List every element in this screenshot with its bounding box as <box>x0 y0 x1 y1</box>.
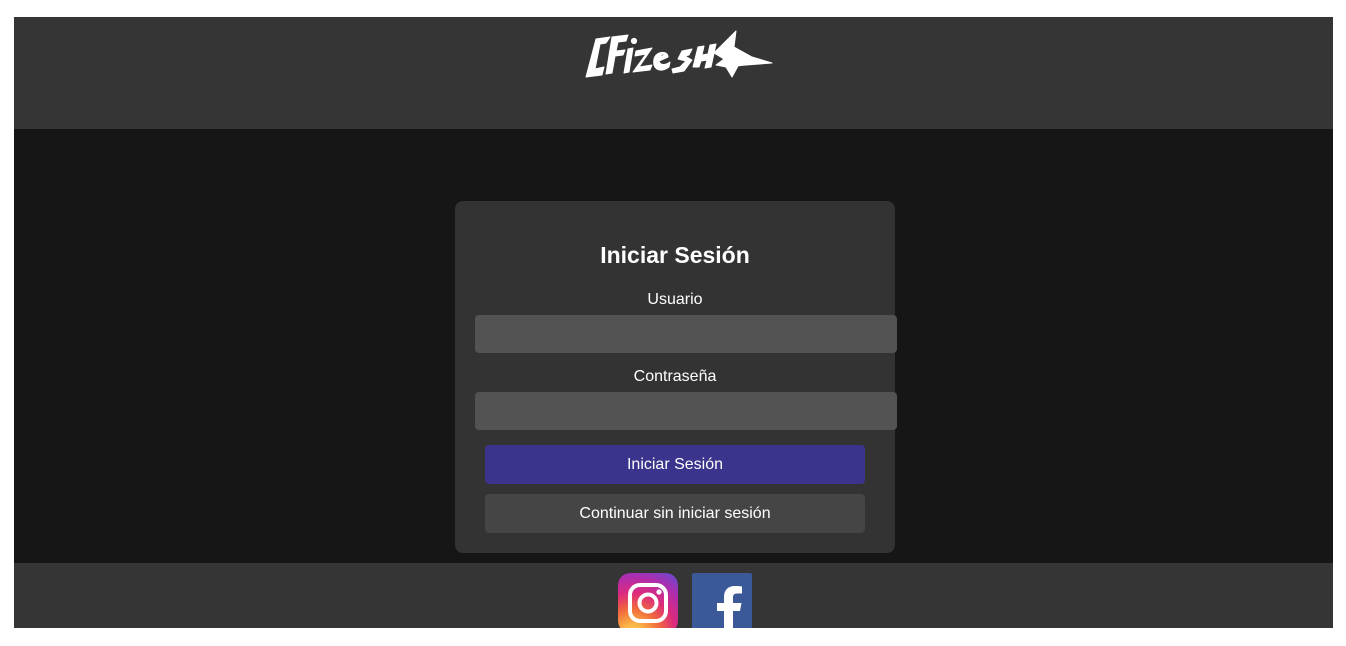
instagram-link[interactable] <box>618 573 678 628</box>
site-header <box>14 17 1333 129</box>
login-button[interactable]: Iniciar Sesión <box>485 445 865 484</box>
site-footer <box>14 563 1333 628</box>
username-input[interactable] <box>475 315 897 353</box>
instagram-icon <box>618 573 678 628</box>
logo-icon[interactable] <box>576 17 776 81</box>
username-label: Usuario <box>647 291 703 308</box>
facebook-icon <box>692 573 752 628</box>
facebook-link[interactable] <box>692 573 752 628</box>
password-label: Contraseña <box>633 368 717 385</box>
login-card: Iniciar Sesión Usuario Contraseña Inicia… <box>455 201 897 553</box>
password-input[interactable] <box>475 392 897 430</box>
continue-as-guest-button[interactable]: Continuar sin iniciar sesión <box>485 494 865 533</box>
main-content: Iniciar Sesión Usuario Contraseña Inicia… <box>14 129 1333 563</box>
login-title: Iniciar Sesión <box>600 242 750 268</box>
page: Iniciar Sesión Usuario Contraseña Inicia… <box>14 17 1333 628</box>
